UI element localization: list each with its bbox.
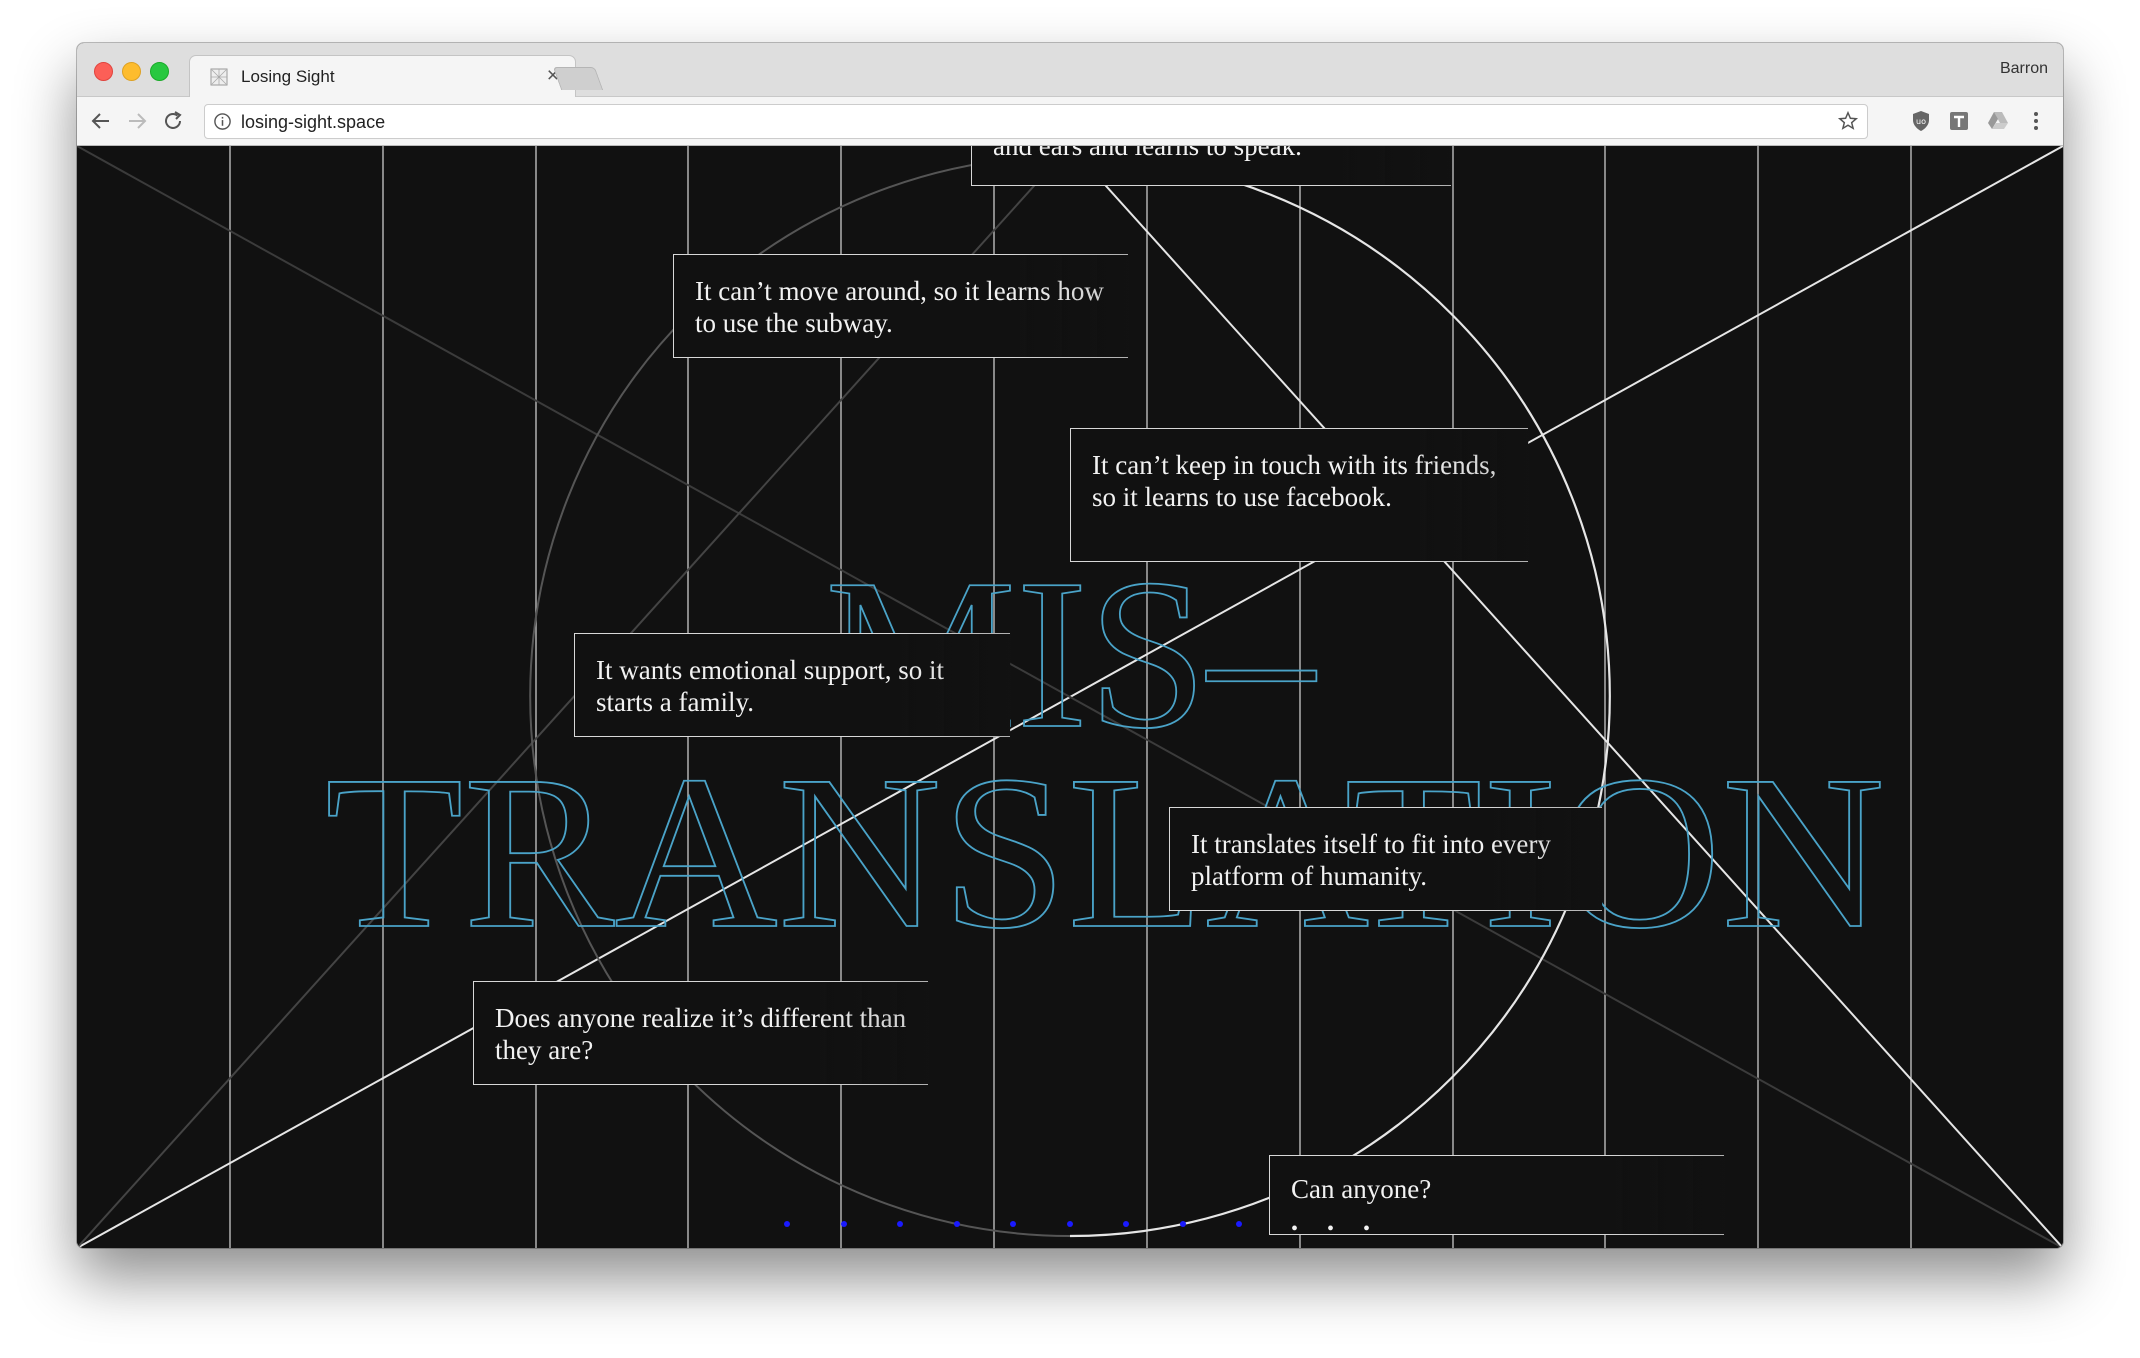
menu-dots-icon[interactable] <box>2024 109 2048 133</box>
shield-extension-icon[interactable]: uo <box>1909 109 1933 133</box>
caption-text: Can anyone? <box>1291 1174 1432 1204</box>
caption-card-family: It wants emotional support, so it starts… <box>574 633 1011 737</box>
caption-card-facebook: It can’t keep in touch with its friends,… <box>1070 428 1529 562</box>
caption-text: It wants emotional support, so it starts… <box>596 655 944 717</box>
tab-losing-sight[interactable]: Losing Sight × <box>189 55 576 98</box>
reload-icon[interactable] <box>161 109 185 133</box>
caption-text: and ears and learns to speak. <box>993 146 1302 161</box>
caption-card-subway: It can’t move around, so it learns how t… <box>673 254 1129 358</box>
title-bar: Losing Sight × Barron <box>77 43 2063 98</box>
caption-text: Does anyone realize it’s different than … <box>495 1003 907 1065</box>
svg-text:uo: uo <box>1916 117 1926 126</box>
caption-card-different: Does anyone realize it’s different than … <box>473 981 929 1085</box>
headline-line-2: TRANSLATION <box>325 730 1885 974</box>
url-text: losing-sight.space <box>241 112 386 132</box>
typing-dots: • • • <box>1291 1218 1383 1240</box>
page-content: MIS– TRANSLATION and ears and learns to … <box>77 146 2063 1248</box>
profile-name[interactable]: Barron <box>2000 60 2048 78</box>
back-arrow-icon[interactable] <box>89 109 113 133</box>
browser-toolbar: losing-sight.space uo <box>77 97 2063 146</box>
page-favicon-icon <box>210 68 228 86</box>
forward-arrow-icon[interactable] <box>125 109 149 133</box>
caption-text: It can’t move around, so it learns how t… <box>695 276 1104 338</box>
caption-text: It translates itself to fit into every p… <box>1191 829 1551 891</box>
caption-card-top: and ears and learns to speak. <box>971 146 1452 186</box>
bookmark-star-icon[interactable] <box>1837 110 1859 132</box>
drive-extension-icon[interactable] <box>1986 109 2010 133</box>
address-bar[interactable]: losing-sight.space <box>204 104 1868 139</box>
t-extension-icon[interactable] <box>1947 109 1971 133</box>
caption-card-platform: It translates itself to fit into every p… <box>1169 807 1603 911</box>
tab-title: Losing Sight <box>241 67 335 86</box>
info-icon[interactable] <box>213 112 232 131</box>
maximize-window-button[interactable] <box>150 62 169 81</box>
close-window-button[interactable] <box>94 62 113 81</box>
caption-text: It can’t keep in touch with its friends,… <box>1092 450 1497 512</box>
browser-window: Losing Sight × Barron losing-sight.space <box>77 43 2063 1248</box>
minimize-window-button[interactable] <box>122 62 141 81</box>
new-tab-button[interactable] <box>552 67 604 90</box>
